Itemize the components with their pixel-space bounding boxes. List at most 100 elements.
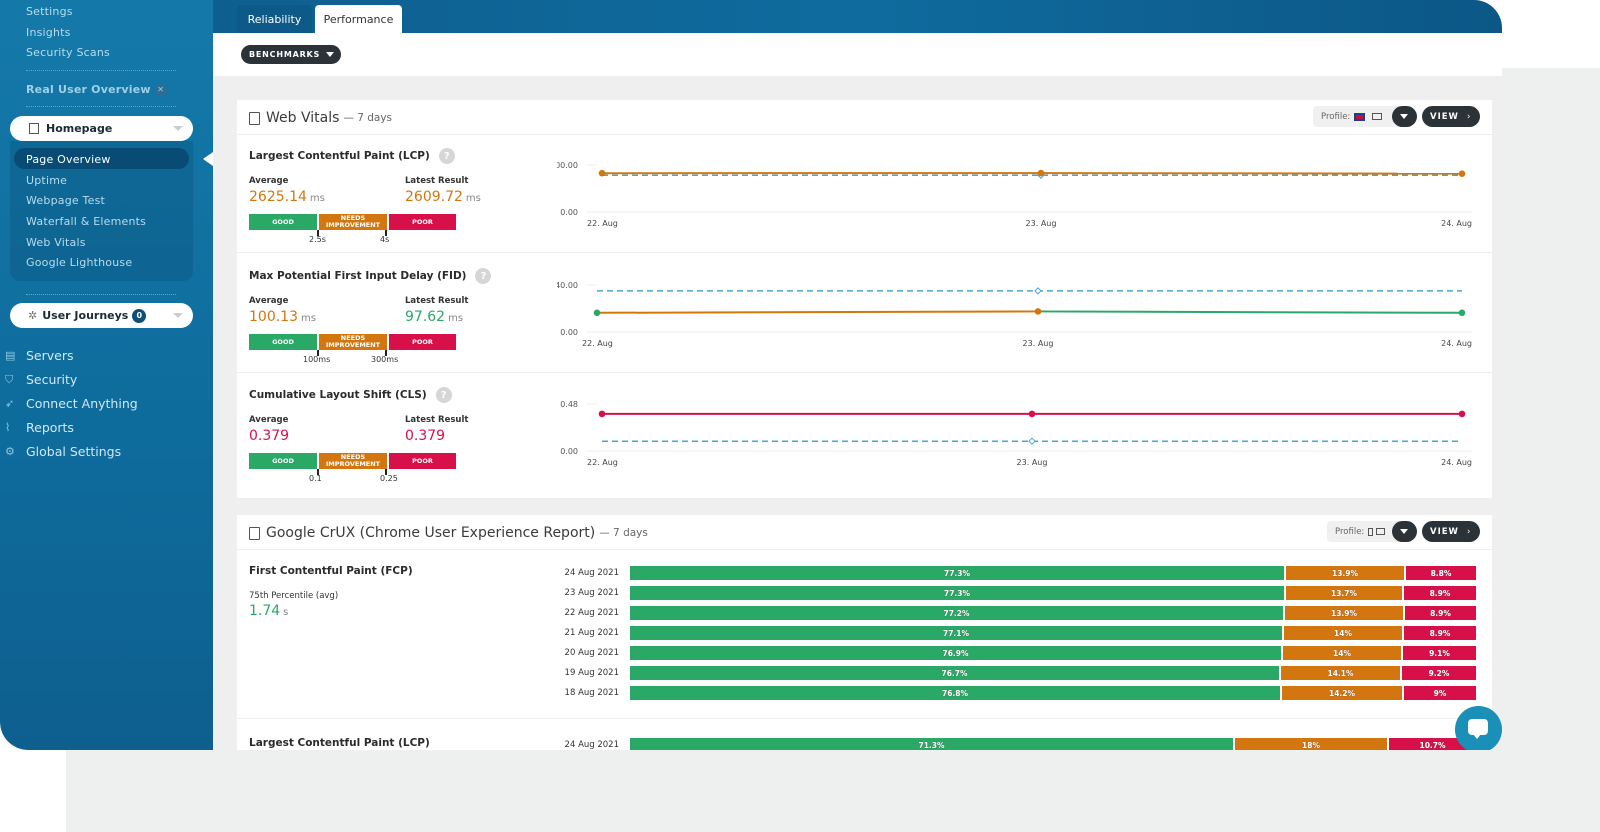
- line-chart: 0.00 0.48 22. Aug 23. Aug 24. Aug: [560, 400, 1472, 467]
- crux-distribution-bar: 77.1% 14% 8.9%: [630, 626, 1476, 640]
- sidebar-item-insights[interactable]: Insights: [26, 26, 71, 39]
- crux-distribution-bar: 77.2% 13.9% 8.9%: [630, 606, 1476, 620]
- bar-segment-good: 76.8%: [630, 686, 1280, 700]
- sidebar-divider: [26, 106, 176, 107]
- sidebar-item-page-overview[interactable]: Page Overview: [26, 153, 111, 166]
- bar-segment-good: 77.1%: [630, 626, 1282, 640]
- cursor-click-icon: ✲: [28, 309, 38, 322]
- x-tick-label: 23. Aug: [1023, 339, 1054, 348]
- crux-row-date: 23 Aug 2021: [564, 588, 619, 598]
- scale-good: GOOD: [249, 453, 317, 469]
- bar-segment-poor: 9.2%: [1402, 666, 1476, 680]
- y-tick-label: 0.00: [560, 328, 578, 337]
- benchmarks-button[interactable]: BENCHMARKS: [241, 45, 341, 64]
- crux-profile-dropdown-button[interactable]: [1392, 521, 1417, 542]
- help-icon[interactable]: ?: [438, 148, 455, 164]
- x-tick-label: 22. Aug: [587, 219, 618, 228]
- shield-icon: ⛉: [5, 373, 14, 386]
- average-number: 100.13: [249, 309, 298, 325]
- crux-row-date: 24 Aug 2021: [564, 568, 619, 578]
- uk-flag-icon: [1354, 112, 1366, 121]
- threshold-scale: GOOD NEEDS IMPROVEMENT POOR: [249, 334, 456, 350]
- web-vitals-view-button[interactable]: VIEW ›: [1422, 106, 1480, 127]
- scale-good: GOOD: [249, 214, 317, 230]
- clipboard-icon: [249, 526, 260, 540]
- bar-segment-good: 77.3%: [630, 586, 1284, 600]
- scale-poor: POOR: [389, 334, 456, 350]
- latest-unit: ms: [448, 313, 464, 324]
- close-icon[interactable]: ✕: [154, 83, 167, 96]
- crux-lcp-title: Largest Contentful Paint (LCP): [249, 737, 430, 749]
- active-pointer: [203, 152, 213, 166]
- rocket-icon: ➶: [5, 397, 15, 410]
- metric-title: Max Potential First Input Delay (FID) ?: [249, 268, 492, 284]
- crux-view-button[interactable]: VIEW ›: [1422, 521, 1480, 542]
- average-number: 0.379: [249, 428, 290, 444]
- sidebar-item-webpage-test[interactable]: Webpage Test: [26, 194, 105, 207]
- page-icon: [29, 123, 39, 134]
- latest-number: 0.379: [405, 428, 446, 444]
- average-label: Average: [249, 176, 289, 186]
- line-chart: 0.00 3200.00 22. Aug 23. Aug 24. Aug: [557, 161, 1472, 228]
- bar-segment-good: 77.3%: [630, 566, 1284, 580]
- crux-distribution-bar: 77.3% 13.7% 8.9%: [630, 586, 1476, 600]
- sidebar-item-waterfall-elements[interactable]: Waterfall & Elements: [26, 215, 146, 228]
- web-vitals-period: — 7 days: [343, 112, 393, 124]
- bar-segment-needs-improvement: 14%: [1284, 626, 1402, 640]
- tab-reliability[interactable]: Reliability: [237, 5, 312, 33]
- sidebar-item-uptime[interactable]: Uptime: [26, 174, 67, 187]
- tab-performance[interactable]: Performance: [315, 5, 402, 33]
- scale-needs-improvement: NEEDS IMPROVEMENT: [319, 334, 387, 350]
- profile-dropdown-button[interactable]: [1392, 106, 1417, 127]
- sidebar-item-connect-anything[interactable]: Connect Anything: [26, 396, 138, 411]
- help-icon[interactable]: ?: [435, 387, 452, 403]
- gear-icon: ⚙: [5, 445, 15, 458]
- user-journeys-dropdown[interactable]: ✲ User Journeys 0: [10, 303, 193, 328]
- crux-title: Google CrUX (Chrome User Experience Repo…: [249, 525, 648, 541]
- sidebar-item-web-vitals[interactable]: Web Vitals: [26, 236, 86, 249]
- crux-period: — 7 days: [599, 527, 648, 539]
- chat-icon: [1468, 719, 1488, 735]
- metric-title: Largest Contentful Paint (LCP) ?: [249, 148, 455, 164]
- latest-value: 97.62 ms: [405, 309, 463, 325]
- x-tick-label: 23. Aug: [1017, 458, 1048, 467]
- data-point: [1458, 410, 1466, 418]
- threshold-label-1: 0.1: [309, 474, 322, 483]
- benchmark-point: [1028, 437, 1036, 445]
- crux-distribution-bar: 77.3% 13.9% 8.8%: [630, 566, 1476, 580]
- scale-needs-improvement: NEEDS IMPROVEMENT: [319, 453, 387, 469]
- scale-needs-improvement: NEEDS IMPROVEMENT: [319, 214, 387, 230]
- metric-title-text: Max Potential First Input Delay (FID): [249, 270, 467, 282]
- sidebar-item-security-scans[interactable]: Security Scans: [26, 46, 110, 59]
- crux-distribution-bar: 71.3% 18% 10.7%: [630, 738, 1476, 750]
- data-point: [1028, 410, 1036, 418]
- homepage-dropdown[interactable]: Homepage: [10, 116, 193, 141]
- chat-button[interactable]: [1455, 706, 1502, 750]
- scale-poor: POOR: [389, 214, 456, 230]
- crux-fcp-title: First Contentful Paint (FCP): [249, 565, 413, 577]
- bar-segment-poor: 9%: [1404, 686, 1476, 700]
- y-tick-label: 0.48: [560, 400, 578, 409]
- sidebar-item-google-lighthouse[interactable]: Google Lighthouse: [26, 256, 132, 269]
- card-header-divider: [237, 549, 1492, 550]
- crux-distribution-bar: 76.7% 14.1% 9.2%: [630, 666, 1476, 680]
- chart-file-icon: [249, 111, 260, 125]
- latest-unit: ms: [465, 193, 481, 204]
- bar-segment-good: 76.9%: [630, 646, 1281, 660]
- average-value: 2625.14 ms: [249, 189, 325, 205]
- sidebar-item-global-settings[interactable]: Global Settings: [26, 444, 121, 459]
- latest-value: 2609.72 ms: [405, 189, 481, 205]
- average-label: Average: [249, 296, 289, 306]
- threshold-label-2: 4s: [380, 235, 390, 244]
- desktop-icon: [1376, 528, 1386, 535]
- sidebar-item-security[interactable]: Security: [26, 372, 77, 387]
- sidebar-item-settings[interactable]: Settings: [26, 5, 73, 18]
- crux-row-date: 18 Aug 2021: [564, 688, 619, 698]
- sidebar-item-real-user-overview[interactable]: Real User Overview ✕: [26, 83, 167, 96]
- help-icon[interactable]: ?: [475, 268, 492, 284]
- chevron-right-icon: ›: [1466, 111, 1472, 122]
- sidebar-item-reports[interactable]: Reports: [26, 420, 74, 435]
- sidebar-item-servers[interactable]: Servers: [26, 348, 74, 363]
- x-tick-label: 23. Aug: [1026, 219, 1057, 228]
- app-window: Settings Insights Security Scans Real Us…: [0, 0, 1502, 750]
